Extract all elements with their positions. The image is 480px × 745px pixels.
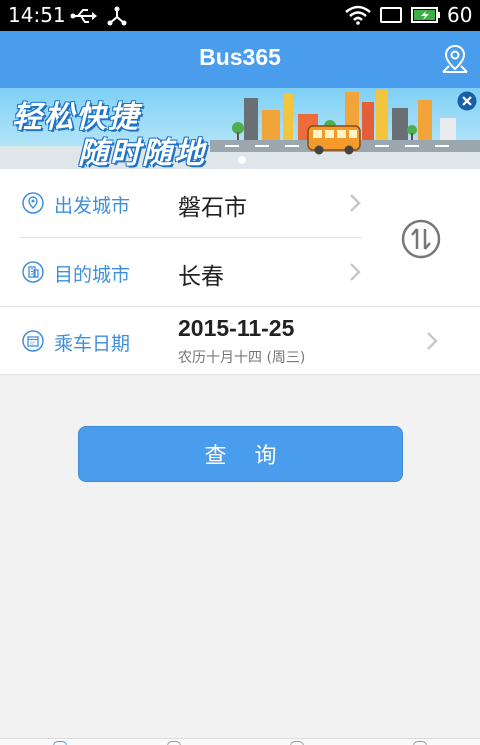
building-icon <box>22 261 44 283</box>
map-pin-icon[interactable] <box>439 43 471 75</box>
app-title: Bus365 <box>199 44 281 70</box>
search-form: 出发城市 磐石市 目的城市 长春 乘车日期 2015-11-25 农历十月十四 … <box>0 169 480 375</box>
tethering-icon <box>107 6 127 26</box>
destination-city-label: 目的城市 <box>54 264 131 286</box>
query-button[interactable]: 查询 <box>78 426 403 482</box>
banner-slogan-line2: 随时随地 <box>78 136 206 169</box>
chevron-right-icon <box>350 194 361 212</box>
departure-city-label: 出发城市 <box>54 195 131 217</box>
departure-city-value: 磐石市 <box>178 195 247 221</box>
battery-level: 60 <box>447 3 473 27</box>
promo-banner[interactable]: 轻松快捷 随时随地 <box>0 88 480 169</box>
travel-date-label: 乘车日期 <box>54 333 131 355</box>
tab-orders-icon[interactable] <box>167 741 181 745</box>
lunar-date-text: 农历十月十四 (周三) <box>178 350 306 366</box>
close-icon[interactable] <box>457 91 477 111</box>
tab-home-icon[interactable] <box>53 741 67 745</box>
calendar-icon <box>22 330 44 352</box>
tab-profile-icon[interactable] <box>413 741 427 745</box>
bottom-tab-bar <box>0 738 480 745</box>
battery-icon <box>411 7 440 23</box>
swap-icon[interactable] <box>401 219 441 259</box>
recent-apps-icon <box>380 7 402 23</box>
status-time: 14:51 <box>8 3 66 27</box>
status-bar: 14:51 60 <box>0 0 480 31</box>
usb-icon <box>70 9 97 23</box>
app-bar: Bus365 <box>0 31 480 88</box>
chevron-right-icon <box>350 263 361 281</box>
travel-date-value: 2015-11-25 <box>178 315 295 341</box>
destination-city-value: 长春 <box>178 264 224 290</box>
tab-discover-icon[interactable] <box>290 741 304 745</box>
chevron-right-icon <box>427 332 438 350</box>
wifi-icon <box>345 5 371 25</box>
location-icon <box>22 192 44 214</box>
